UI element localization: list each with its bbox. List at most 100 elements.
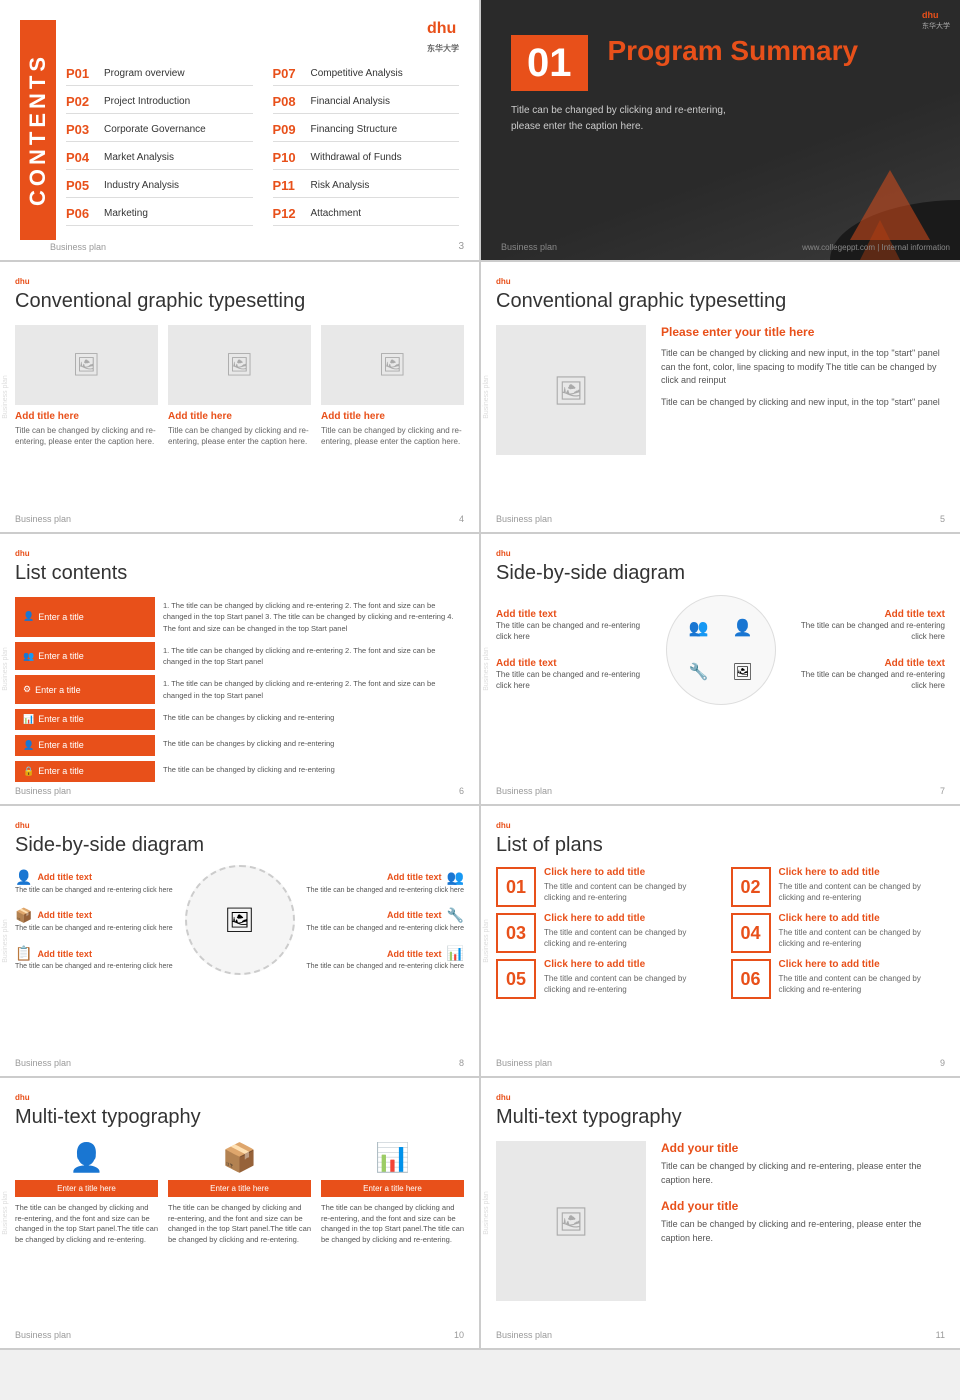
multi-icon-1: 📦: [222, 1141, 257, 1174]
panel7-footer: Business plan: [15, 1058, 71, 1068]
toc-label: Financial Analysis: [311, 96, 390, 107]
conv-title-0: Add title here: [15, 411, 158, 422]
list-btn-0[interactable]: 👤Enter a title: [15, 597, 155, 637]
panel3-title: Conventional graphic typesetting: [15, 290, 464, 313]
conv-item-2: 🖼 Add title here Title can be changed by…: [321, 325, 464, 447]
panel6-footer: Business plan: [496, 786, 552, 796]
panel5-page: 6: [459, 786, 464, 796]
list-btn-icon-2: ⚙: [23, 684, 31, 695]
list-text-5: The title can be changed by clicking and…: [163, 761, 464, 782]
panel8-logo: dhu: [496, 821, 945, 830]
panel10-logo: dhu: [496, 1093, 945, 1102]
plan-desc-2: The title and content can be changed by …: [544, 927, 711, 949]
toc-footer: Business plan: [50, 242, 106, 252]
plan-desc-0: The title and content can be changed by …: [544, 881, 711, 903]
panel6-page: 7: [940, 786, 945, 796]
toc-label: Program overview: [104, 68, 185, 79]
conv-desc-2: Title can be changed by clicking and re-…: [321, 425, 464, 447]
panel3-footer: Business plan: [15, 514, 71, 524]
list-btn-2[interactable]: ⚙Enter a title: [15, 675, 155, 704]
plan-title-1: Click here to add title: [779, 867, 946, 878]
panel8-footer: Business plan: [496, 1058, 552, 1068]
panel-list-plans: dhu List of plans 01 Click here to add t…: [481, 806, 960, 1076]
panel-multi-left: dhu Multi-text typography 👤 Enter a titl…: [0, 1078, 479, 1348]
panel-conv-left: dhu Conventional graphic typesetting 🖼 A…: [0, 262, 479, 532]
panel6-center-circle: 👥 👤 🔧 🖼: [666, 595, 776, 705]
plan-num-0: 01: [496, 867, 536, 907]
list-btn-1[interactable]: 👥Enter a title: [15, 642, 155, 671]
conv-img-1: 🖼: [168, 325, 311, 405]
multi-btn-0[interactable]: Enter a title here: [15, 1180, 158, 1197]
plan-title-3: Click here to add title: [779, 913, 946, 924]
plan-title-2: Click here to add title: [544, 913, 711, 924]
plan-num-1: 02: [731, 867, 771, 907]
summary-desc2: please enter the caption here.: [511, 119, 831, 135]
list-btn-icon-5: 🔒: [23, 766, 34, 777]
plan-item-4: 05 Click here to add title The title and…: [496, 959, 711, 999]
list-btn-4[interactable]: 👤Enter a title: [15, 735, 155, 756]
toc-item-4: P03Corporate Governance: [66, 118, 253, 142]
panel7-item6: Add title text📊 The title can be changed…: [305, 945, 465, 971]
panel-sbs-left: dhu Side-by-side diagram 👤Add title text…: [0, 806, 479, 1076]
panel5-logo: dhu: [15, 549, 464, 558]
panel10-title2: Add your title: [661, 1199, 945, 1213]
panel7-item1: 👤Add title text The title can be changed…: [15, 869, 175, 895]
plan-item-0: 01 Click here to add title The title and…: [496, 867, 711, 907]
panel6-item3-desc: The title can be changed and re-entering…: [496, 669, 656, 691]
toc-num: P05: [66, 178, 96, 193]
multi-desc-0: The title can be changed by clicking and…: [15, 1203, 158, 1245]
multi-btn-2[interactable]: Enter a title here: [321, 1180, 464, 1197]
panel4-image: 🖼: [496, 325, 646, 455]
toc-label: Withdrawal of Funds: [311, 152, 402, 163]
plan-item-1: 02 Click here to add title The title and…: [731, 867, 946, 907]
toc-item-1: P07Competitive Analysis: [273, 62, 460, 86]
list-btn-icon-0: 👤: [23, 611, 34, 622]
list-text-0: 1. The title can be changed by clicking …: [163, 597, 464, 637]
toc-item-0: P01Program overview: [66, 62, 253, 86]
list-btn-5[interactable]: 🔒Enter a title: [15, 761, 155, 782]
panel10-title1: Add your title: [661, 1141, 945, 1155]
plan-num-3: 04: [731, 913, 771, 953]
panel7-item4: Add title text👥 The title can be changed…: [305, 869, 465, 895]
panel4-title: Conventional graphic typesetting: [496, 290, 945, 313]
toc-item-10: P06Marketing: [66, 202, 253, 226]
toc-label: Marketing: [104, 208, 148, 219]
panel6-item4-title: Add title text: [786, 658, 946, 669]
summary-decor-triangle2: [860, 220, 900, 260]
panel6-title: Side-by-side diagram: [496, 562, 945, 585]
toc-item-5: P09Financing Structure: [273, 118, 460, 142]
panel10-title: Multi-text typography: [496, 1106, 945, 1129]
list-btn-3[interactable]: 📊 Enter a title: [15, 709, 155, 730]
list-btn-label-3: Enter a title: [38, 714, 84, 724]
toc-item-2: P02Project Introduction: [66, 90, 253, 114]
toc-num: P12: [273, 206, 303, 221]
summary-footer-left: Business plan: [501, 242, 557, 252]
panel4-desc1: Title can be changed by clicking and new…: [661, 347, 945, 388]
panel7-center-circle: 🖼: [185, 865, 295, 975]
list-text-1: 1. The title can be changed by clicking …: [163, 642, 464, 671]
plan-item-3: 04 Click here to add title The title and…: [731, 913, 946, 953]
list-btn-icon-3: 📊: [23, 714, 34, 725]
panel6-item2-title: Add title text: [786, 609, 946, 620]
summary-number: 01: [511, 35, 588, 91]
multi-btn-1[interactable]: Enter a title here: [168, 1180, 311, 1197]
conv-item-0: 🖼 Add title here Title can be changed by…: [15, 325, 158, 447]
list-btn-label-4: Enter a title: [38, 740, 84, 750]
panel-sbs-right: dhu Side-by-side diagram Add title text …: [481, 534, 960, 804]
toc-item-6: P04Market Analysis: [66, 146, 253, 170]
toc-label: Industry Analysis: [104, 180, 179, 191]
toc-label: Market Analysis: [104, 152, 174, 163]
panel6-item4-desc: The title can be changed and re-entering…: [786, 669, 946, 691]
panel4-image-icon: 🖼: [553, 374, 589, 407]
summary-footer-right: www.collegeppt.com | Internal informatio…: [802, 243, 950, 252]
plan-item-5: 06 Click here to add title The title and…: [731, 959, 946, 999]
summary-title: Program Summary: [608, 35, 859, 67]
panel7-page: 8: [459, 1058, 464, 1068]
multi-desc-2: The title can be changed by clicking and…: [321, 1203, 464, 1245]
multi-item-2: 📊 Enter a title here The title can be ch…: [321, 1141, 464, 1245]
list-text-4: The title can be changes by clicking and…: [163, 735, 464, 756]
plan-title-0: Click here to add title: [544, 867, 711, 878]
panel4-page: 5: [940, 514, 945, 524]
toc-num: P07: [273, 66, 303, 81]
panel10-desc1: Title can be changed by clicking and re-…: [661, 1160, 945, 1187]
